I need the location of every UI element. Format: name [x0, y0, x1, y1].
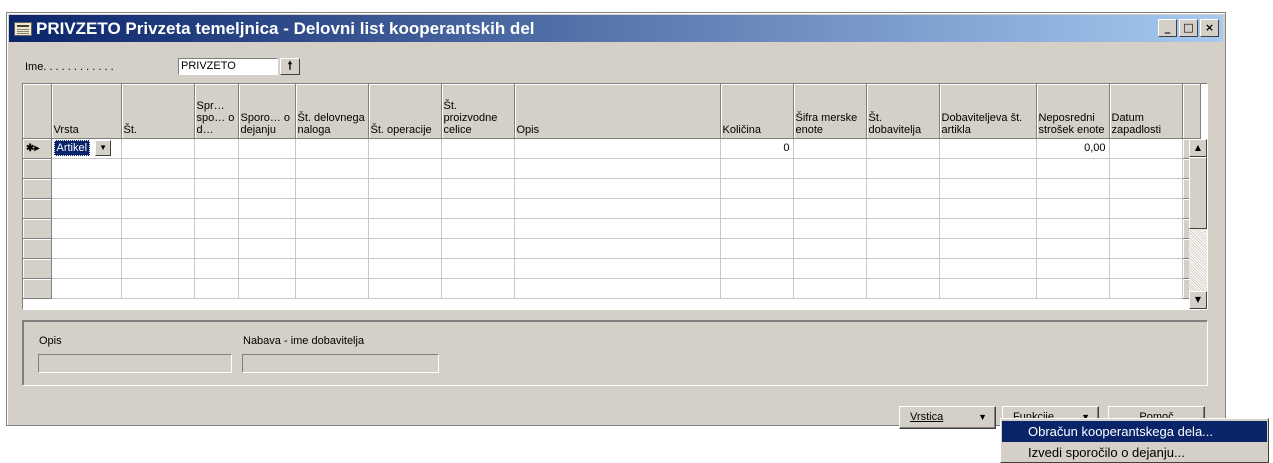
row-selector[interactable]: ✱▸ [23, 138, 52, 159]
funkcije-menu: Obračun kooperantskega dela... Izvedi sp… [1000, 418, 1269, 463]
window-title: PRIVZETO Privzeta temeljnica - Delovni l… [36, 19, 535, 38]
batch-name-label: Ime. . . . . . . . . . . . [25, 61, 114, 73]
table-row[interactable] [23, 278, 1201, 299]
cell-dobavitelj[interactable] [866, 138, 940, 159]
lookup-arrow-icon[interactable]: 🠕 [280, 58, 300, 75]
cell-spr-spo[interactable] [194, 138, 239, 159]
vrsta-dropdown[interactable]: Artikel ▼ [53, 140, 112, 156]
col-header-kolicina[interactable]: Količina [720, 84, 794, 139]
col-header-artikel-dobavitelja[interactable]: Dobaviteljeva št. artikla [939, 84, 1037, 139]
menu-item-obracun[interactable]: Obračun kooperantskega dela... [1002, 421, 1267, 442]
row-selector[interactable] [23, 258, 52, 279]
cell-st[interactable] [121, 138, 195, 159]
cell-sporocilo[interactable] [238, 138, 296, 159]
minimize-button[interactable]: _ [1158, 19, 1177, 37]
cell-opis[interactable] [514, 138, 721, 159]
col-header-merska-enota[interactable]: Šifra merske enote [793, 84, 867, 139]
menu-item-izvedi-sporocilo[interactable]: Izvedi sporočilo o dejanju... [1002, 442, 1267, 463]
nabava-label: Nabava - ime dobavitelja [243, 335, 365, 347]
cell-artikel-dobavitelja[interactable] [939, 138, 1037, 159]
cell-vrsta[interactable]: Artikel ▼ [51, 138, 122, 159]
col-header-proizvodna-celica[interactable]: Št. proizvodne celice [441, 84, 515, 139]
row-selector-header [23, 84, 52, 139]
col-header-delovni-nalog[interactable]: Št. delovnega naloga [295, 84, 369, 139]
cell-merska-enota[interactable] [793, 138, 867, 159]
col-header-vrsta[interactable]: Vrsta [51, 84, 122, 139]
row-selector[interactable] [23, 278, 52, 299]
scrollbar-header [1182, 84, 1201, 139]
scroll-down-icon[interactable]: ▼ [1189, 291, 1207, 309]
worksheet-grid[interactable]: Vrsta Št. Spr… spo… o d… Sporo… o dejanj… [22, 83, 1208, 310]
col-header-st[interactable]: Št. [121, 84, 195, 139]
row-selector[interactable] [23, 178, 52, 199]
close-button[interactable]: × [1200, 19, 1219, 37]
col-header-dobavitelj[interactable]: Št. dobavitelja [866, 84, 940, 139]
nabava-field [242, 354, 439, 373]
scroll-thumb[interactable] [1189, 157, 1207, 229]
col-header-sporocilo[interactable]: Sporo… o dejanju [238, 84, 296, 139]
cell-proizvodna-celica[interactable] [441, 138, 515, 159]
vertical-scrollbar[interactable]: ▲ ▼ [1189, 139, 1207, 309]
chevron-down-icon: ▼ [978, 412, 987, 422]
col-header-spr-spo[interactable]: Spr… spo… o d… [194, 84, 239, 139]
cell-kolicina[interactable]: 0 [720, 138, 794, 159]
vrsta-value[interactable]: Artikel [53, 140, 91, 156]
cell-datum-zapadlosti[interactable] [1109, 138, 1183, 159]
worksheet-window: PRIVZETO Privzeta temeljnica - Delovni l… [6, 12, 1226, 429]
worksheet-table: Vrsta Št. Spr… spo… o d… Sporo… o dejanj… [23, 84, 1201, 299]
col-header-neposredni-strosek[interactable]: Neposredni strošek enote [1036, 84, 1110, 139]
table-row[interactable] [23, 238, 1201, 259]
row-selector[interactable] [23, 218, 52, 239]
row-selector[interactable] [23, 238, 52, 259]
batch-name-input[interactable]: PRIVZETO [178, 58, 278, 75]
row-selector[interactable] [23, 198, 52, 219]
cell-neposredni-strosek[interactable]: 0,00 [1036, 138, 1110, 159]
table-row[interactable] [23, 158, 1201, 179]
maximize-button[interactable]: □ [1179, 19, 1198, 37]
cell-operacija[interactable] [368, 138, 442, 159]
table-row[interactable] [23, 258, 1201, 279]
info-panel: Opis Nabava - ime dobavitelja [22, 320, 1208, 386]
col-header-operacija[interactable]: Št. operacije [368, 84, 442, 139]
vrstica-label: Vrstica [910, 411, 944, 423]
scroll-up-icon[interactable]: ▲ [1189, 139, 1207, 157]
chevron-down-icon[interactable]: ▼ [95, 140, 112, 156]
table-row[interactable] [23, 198, 1201, 219]
form-icon [14, 22, 32, 36]
col-header-opis[interactable]: Opis [514, 84, 721, 139]
opis-label: Opis [39, 335, 62, 347]
row-selector[interactable] [23, 158, 52, 179]
table-row[interactable] [23, 218, 1201, 239]
vrstica-button[interactable]: Vrstica ▼ [899, 406, 996, 429]
col-header-datum-zapadlosti[interactable]: Datum zapadlosti [1109, 84, 1183, 139]
title-bar[interactable]: PRIVZETO Privzeta temeljnica - Delovni l… [9, 15, 1223, 42]
cell-delovni-nalog[interactable] [295, 138, 369, 159]
table-row-current[interactable]: ✱▸ Artikel ▼ 0 0,00 [23, 138, 1201, 159]
window-controls: _ □ × [1158, 19, 1219, 37]
opis-field [38, 354, 232, 373]
new-row-marker-icon: ✱▸ [26, 143, 40, 154]
table-row[interactable] [23, 178, 1201, 199]
